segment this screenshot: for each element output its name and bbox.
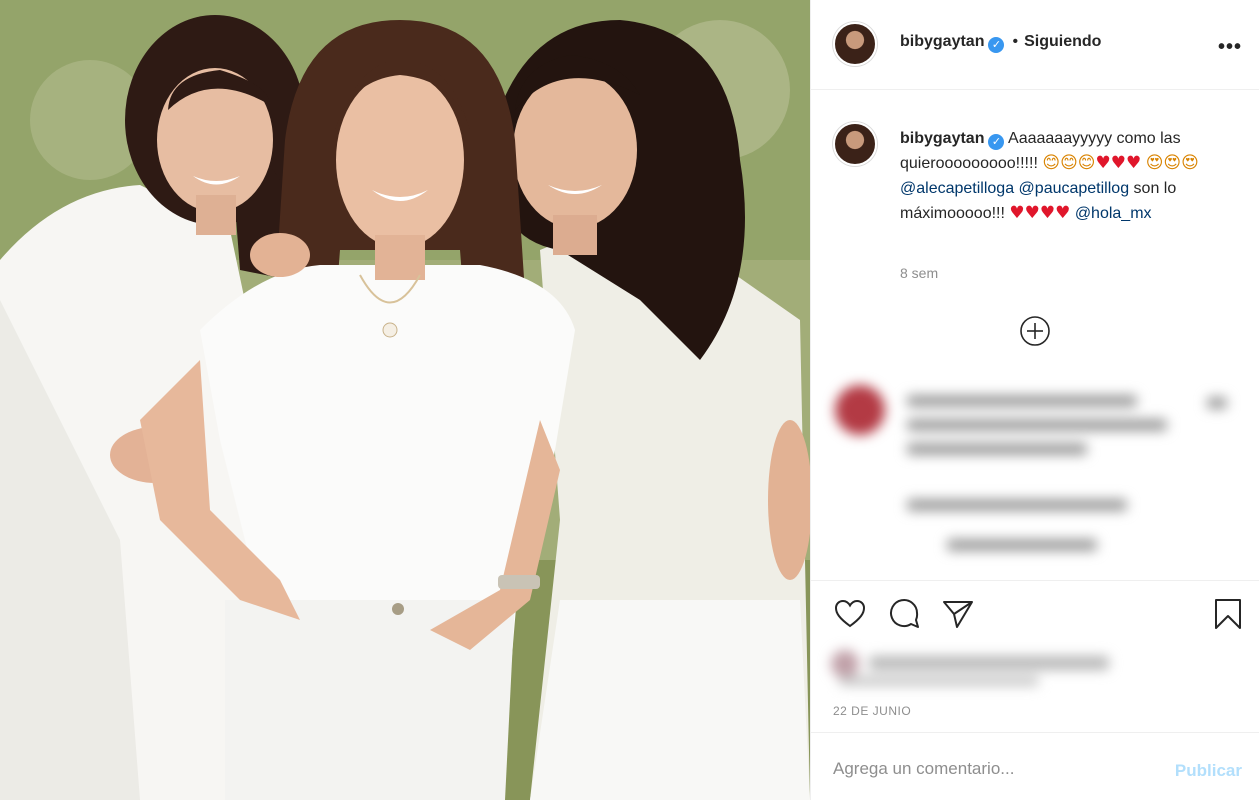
separator-dot: •	[1012, 33, 1019, 50]
plus-circle-icon[interactable]	[1019, 315, 1051, 347]
post-photo-illustration	[0, 0, 810, 800]
caption-avatar[interactable]	[833, 122, 877, 166]
mention-hola-mx[interactable]: @hola_mx	[1075, 205, 1152, 222]
heart-eyes-emoji: 😍😍😍	[1145, 153, 1199, 173]
blurred-comment	[817, 367, 1247, 579]
comments-section: bibygaytan ✓ Aaaaaaayyyyy como las quiero…	[811, 90, 1259, 580]
avatar[interactable]	[833, 22, 877, 66]
action-bar	[811, 580, 1259, 644]
comment-input[interactable]	[833, 757, 1153, 781]
publish-button[interactable]: Publicar	[1175, 761, 1242, 781]
send-icon[interactable]	[941, 597, 975, 631]
caption-text: bibygaytan ✓ Aaaaaaayyyyy como las quiero…	[900, 126, 1240, 226]
likes-summary-blurred	[829, 646, 1109, 686]
post-photo[interactable]	[0, 0, 810, 800]
avatar	[835, 385, 885, 435]
header-user: bibygaytan ✓ • Siguiendo	[900, 33, 1101, 53]
following-button[interactable]: Siguiendo	[1024, 33, 1101, 50]
verified-badge-icon: ✓	[988, 37, 1005, 53]
post-date[interactable]: 22 DE JUNIO	[833, 704, 911, 718]
smiling-face-emoji: 😊😊😊	[1042, 153, 1096, 173]
bookmark-icon[interactable]	[1211, 597, 1245, 631]
verified-badge-icon: ✓	[988, 134, 1005, 150]
post-header: bibygaytan ✓ • Siguiendo •••	[811, 0, 1259, 90]
post-side-panel: bibygaytan ✓ • Siguiendo ••• bibygaytan ✓ Aa…	[810, 0, 1259, 800]
red-heart-emoji: ♥♥♥♥	[1009, 203, 1071, 223]
post-time[interactable]: 8 sem	[900, 265, 938, 281]
heart-icon[interactable]	[833, 597, 867, 631]
red-heart-emoji: ♥♥♥	[1095, 153, 1142, 173]
more-options-icon[interactable]: •••	[1218, 36, 1242, 59]
comment-icon[interactable]	[887, 597, 921, 631]
caption-username[interactable]: bibygaytan	[900, 130, 984, 147]
mention-alecapetilloga[interactable]: @alecapetilloga	[900, 180, 1014, 197]
username-link[interactable]: bibygaytan	[900, 33, 984, 50]
add-comment-bar: Publicar	[811, 732, 1259, 800]
mention-paucapetillog[interactable]: @paucapetillog	[1019, 180, 1130, 197]
